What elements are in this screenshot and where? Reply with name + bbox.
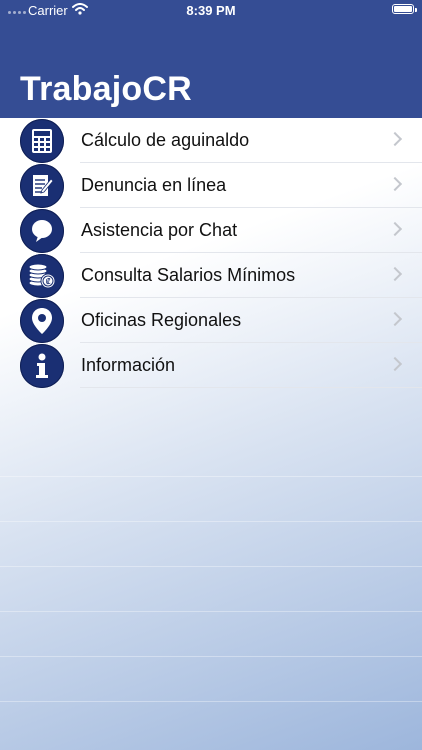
menu-item-chat[interactable]: Asistencia por Chat (0, 208, 422, 253)
menu-item-label: Asistencia por Chat (81, 220, 238, 240)
chevron-right-icon (387, 131, 403, 147)
menu-item-denuncia[interactable]: Denuncia en línea (0, 163, 422, 208)
menu-item-oficinas[interactable]: Oficinas Regionales (0, 298, 422, 343)
background-divider (0, 566, 422, 567)
coins-icon: ₡ (20, 254, 64, 298)
menu-item-label: Cálculo de aguinaldo (81, 130, 250, 150)
background-divider (0, 656, 422, 657)
chevron-right-icon (387, 311, 403, 327)
main-menu: Cálculo de aguinaldo Denuncia en línea A… (0, 118, 422, 388)
info-icon (20, 344, 64, 388)
background-divider (0, 521, 422, 522)
map-pin-icon (20, 299, 64, 343)
chat-bubble-icon (20, 209, 64, 253)
svg-text:₡: ₡ (45, 277, 50, 286)
menu-item-label: Información (81, 355, 176, 375)
status-time: 8:39 PM (186, 3, 236, 18)
menu-item-label: Denuncia en línea (81, 175, 227, 195)
chevron-right-icon (387, 356, 403, 372)
battery-icon (392, 4, 417, 14)
menu-item-informacion[interactable]: Información (0, 343, 422, 388)
background-divider (0, 611, 422, 612)
document-pen-icon (20, 164, 64, 208)
background-divider (0, 476, 422, 477)
background-divider (0, 701, 422, 702)
menu-item-aguinaldo[interactable]: Cálculo de aguinaldo (0, 118, 422, 163)
page-title: TrabajoCR (20, 70, 192, 108)
calculator-icon (20, 119, 64, 163)
chevron-right-icon (387, 266, 403, 282)
menu-item-label: Consulta Salarios Mínimos (81, 265, 296, 285)
menu-item-label: Oficinas Regionales (81, 310, 242, 330)
status-bar: Carrier 8:39 PM (0, 0, 422, 22)
menu-item-salarios[interactable]: ₡ Consulta Salarios Mínimos (0, 253, 422, 298)
chevron-right-icon (387, 221, 403, 237)
app-header: Carrier 8:39 PM TrabajoCR (0, 0, 422, 118)
chevron-right-icon (387, 176, 403, 192)
